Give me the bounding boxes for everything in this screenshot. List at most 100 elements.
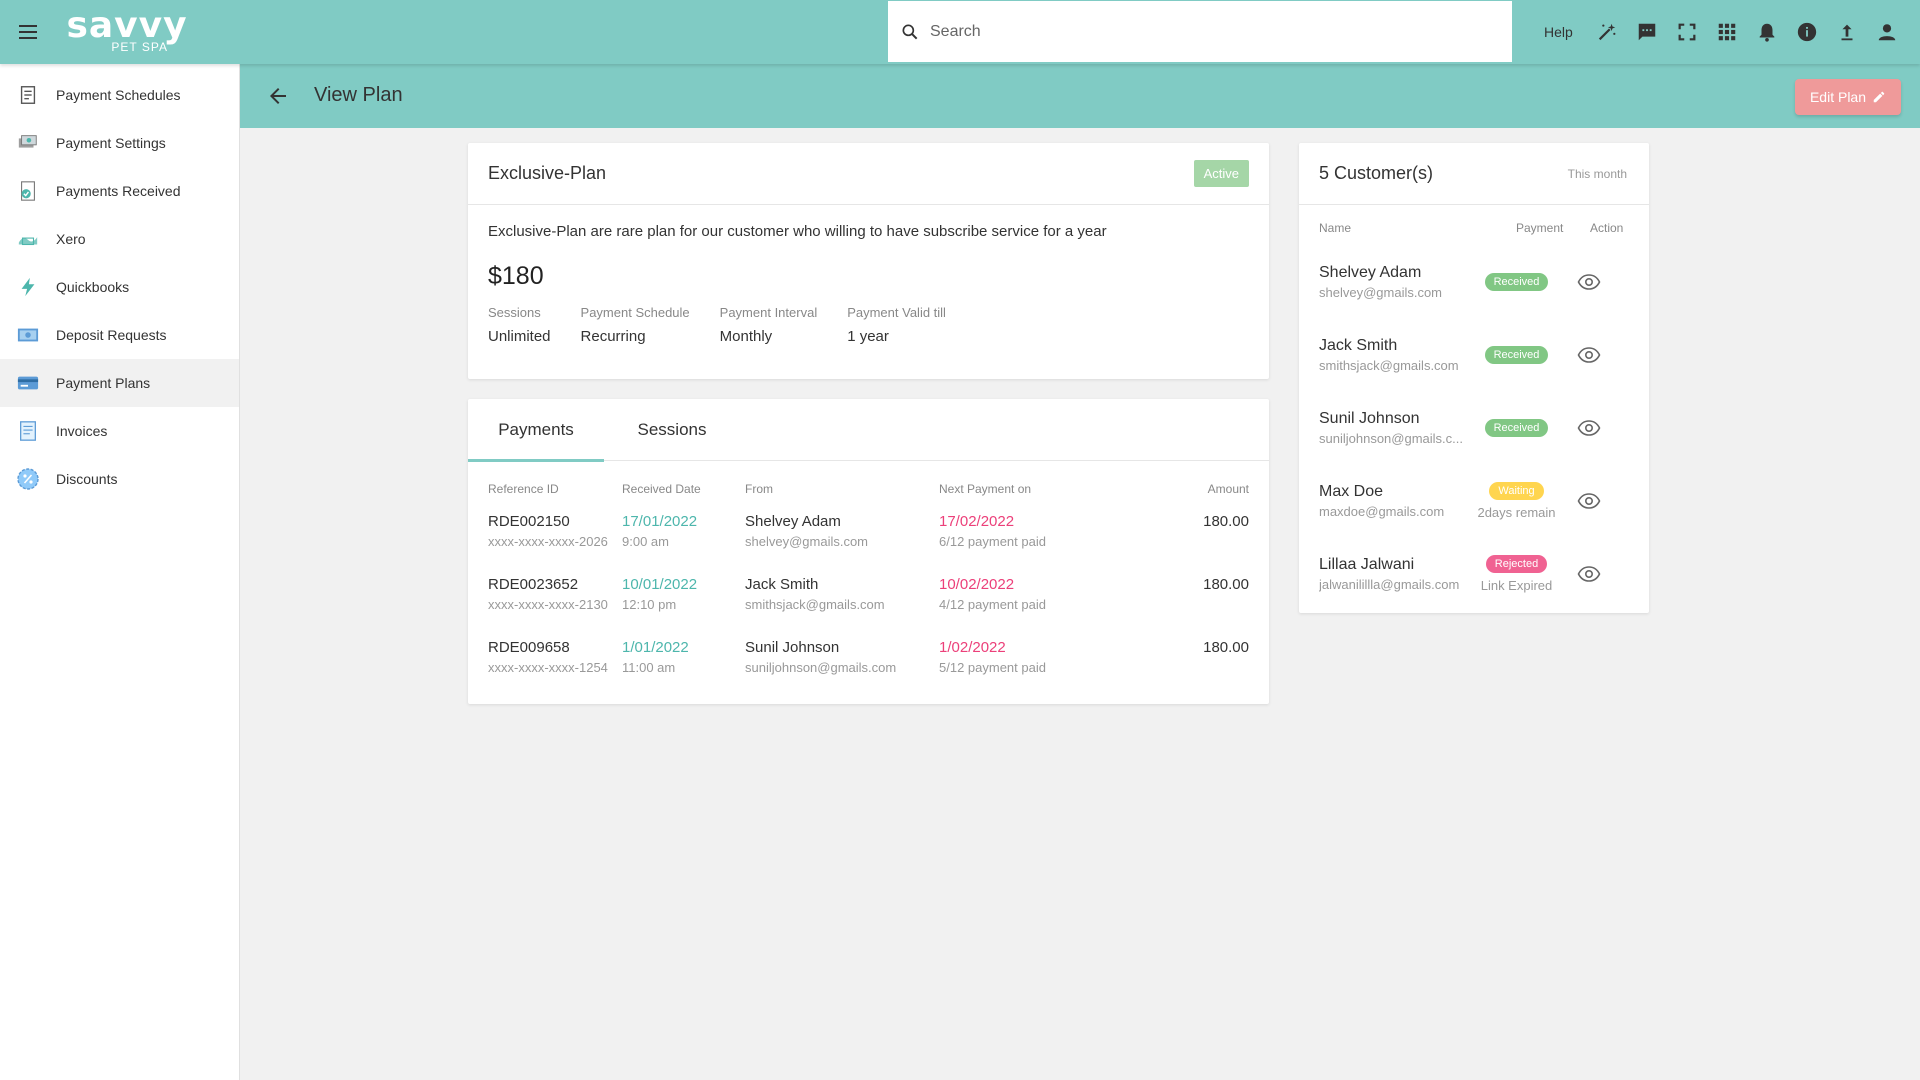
column-header: Payment xyxy=(1516,221,1564,235)
customer-row: Lillaa Jalwani jalwanilillla@gmails.com R… xyxy=(1299,537,1649,610)
status-badge: Active xyxy=(1193,160,1249,187)
sidebar-item-invoices[interactable]: Invoices xyxy=(0,407,239,455)
sidebar-item-label: Deposit Requests xyxy=(56,327,167,343)
logo-text: savvy xyxy=(66,5,188,46)
customers-period[interactable]: This month xyxy=(1568,167,1627,181)
tab-sessions[interactable]: Sessions xyxy=(604,399,740,461)
tab-payments[interactable]: Payments xyxy=(468,399,604,462)
stat-value: Recurring xyxy=(580,328,646,345)
plan-header: Exclusive-Plan Active xyxy=(468,143,1269,205)
magic-wand-icon[interactable] xyxy=(1587,12,1627,52)
apps-grid-icon[interactable] xyxy=(1707,12,1747,52)
sidebar-item-label: Payment Plans xyxy=(56,375,151,391)
table-row[interactable]: RDE002150 xxxx-xxxx-xxxx-2026 17/01/2022 9… xyxy=(468,507,1269,570)
column-header: Amount xyxy=(1207,482,1249,496)
sidebar: Payment Schedules Payment Settings Payme… xyxy=(0,64,240,1080)
page-title: View Plan xyxy=(314,84,403,106)
xero-icon xyxy=(16,227,40,251)
sidebar-item-label: Payment Schedules xyxy=(56,87,181,103)
stat-label: Payment Interval xyxy=(719,305,818,320)
sidebar-item-discounts[interactable]: Discounts xyxy=(0,455,239,503)
view-eye-icon[interactable] xyxy=(1559,489,1619,513)
stat-payment-interval: Payment Interval Monthly xyxy=(720,305,818,345)
customer-name: Jack Smith xyxy=(1319,336,1398,354)
stat-sessions: Sessions Unlimited xyxy=(488,305,551,345)
received-date: 10/01/2022 xyxy=(622,576,698,593)
view-eye-icon[interactable] xyxy=(1559,343,1619,367)
payer-name: Jack Smith xyxy=(745,576,819,593)
customers-title: 5 Customer(s) xyxy=(1319,163,1434,183)
payments-table: Reference ID Received Date From Next Pay… xyxy=(468,471,1269,696)
sidebar-item-label: Discounts xyxy=(56,471,118,487)
customers-column-headers: Name Payment Action xyxy=(1299,205,1649,245)
sidebar-item-xero[interactable]: Xero xyxy=(0,215,239,263)
quickbooks-icon xyxy=(16,275,40,299)
search-bar xyxy=(888,1,1512,62)
stat-payment-valid-till: Payment Valid till 1 year xyxy=(847,305,946,345)
column-header: From xyxy=(745,482,773,496)
received-date: 17/01/2022 xyxy=(622,513,698,530)
invoices-icon xyxy=(16,419,40,443)
sidebar-item-payment-plans[interactable]: Payment Plans xyxy=(0,359,239,407)
received-time: 9:00 am xyxy=(622,534,669,549)
column-header: Name xyxy=(1319,221,1352,235)
sidebar-item-deposit-requests[interactable]: Deposit Requests xyxy=(0,311,239,359)
customer-name: Shelvey Adam xyxy=(1319,263,1422,281)
customer-row: Sunil Johnson suniljohnson@gmails.c... Re… xyxy=(1299,391,1649,464)
sidebar-item-payment-settings[interactable]: Payment Settings xyxy=(0,119,239,167)
stat-label: Sessions xyxy=(488,305,541,320)
help-link[interactable]: Help xyxy=(1544,24,1573,40)
column-header: Received Date xyxy=(622,482,701,496)
view-eye-icon[interactable] xyxy=(1559,562,1619,586)
menu-icon[interactable] xyxy=(16,20,40,44)
top-actions: Help xyxy=(1530,0,1907,64)
customer-name: Lillaa Jalwani xyxy=(1319,555,1415,573)
info-icon[interactable] xyxy=(1787,12,1827,52)
plan-price: $180 xyxy=(488,262,544,290)
edit-plan-label: Edit Plan xyxy=(1809,89,1867,105)
payment-status-badge: Rejected xyxy=(1485,555,1548,573)
discounts-icon xyxy=(16,467,40,491)
view-eye-icon[interactable] xyxy=(1559,416,1619,440)
reference-id: RDE002150 xyxy=(488,513,570,530)
sidebar-item-label: Payments Received xyxy=(56,183,181,199)
upload-icon[interactable] xyxy=(1827,12,1867,52)
deposit-requests-icon xyxy=(16,323,40,347)
stat-value: Unlimited xyxy=(488,328,551,345)
payment-status-badge: Received xyxy=(1484,273,1549,291)
reference-id: RDE0023652 xyxy=(488,576,579,593)
column-header: Next Payment on xyxy=(939,482,1032,496)
fullscreen-icon[interactable] xyxy=(1667,12,1707,52)
payer-name: Shelvey Adam xyxy=(745,513,841,530)
sidebar-item-payment-schedules[interactable]: Payment Schedules xyxy=(0,71,239,119)
stat-label: Payment Valid till xyxy=(847,305,946,320)
sidebar-item-label: Quickbooks xyxy=(56,279,130,295)
view-eye-icon[interactable] xyxy=(1559,270,1619,294)
next-payment-date: 17/02/2022 xyxy=(939,513,1015,530)
chat-icon[interactable] xyxy=(1627,12,1667,52)
customer-email: smithsjack@gmails.com xyxy=(1319,357,1459,373)
logo[interactable]: savvy PET SPA xyxy=(62,8,192,56)
customer-email: shelvey@gmails.com xyxy=(1319,284,1443,300)
amount: 180.00 xyxy=(1203,513,1249,530)
payer-email: shelvey@gmails.com xyxy=(745,534,869,549)
search-input[interactable] xyxy=(930,22,1490,41)
customer-email: suniljohnson@gmails.c... xyxy=(1319,430,1463,446)
customers-card: 5 Customer(s) This month Name Payment Ac… xyxy=(1299,143,1649,613)
table-row[interactable]: RDE009658 xxxx-xxxx-xxxx-1254 1/01/2022 11… xyxy=(468,633,1269,696)
table-header-row: Reference ID Received Date From Next Pay… xyxy=(468,471,1269,507)
card-number: xxxx-xxxx-xxxx-2026 xyxy=(488,534,608,549)
sidebar-item-payments-received[interactable]: Payments Received xyxy=(0,167,239,215)
payer-email: smithsjack@gmails.com xyxy=(745,597,885,612)
customer-email: maxdoe@gmails.com xyxy=(1319,503,1445,519)
account-icon[interactable] xyxy=(1867,12,1907,52)
payment-status-badge: Received xyxy=(1484,346,1549,364)
sidebar-item-quickbooks[interactable]: Quickbooks xyxy=(0,263,239,311)
bell-icon[interactable] xyxy=(1747,12,1787,52)
customer-name: Sunil Johnson xyxy=(1319,409,1420,427)
table-row[interactable]: RDE0023652 xxxx-xxxx-xxxx-2130 10/01/2022… xyxy=(468,570,1269,633)
back-arrow-icon[interactable] xyxy=(266,84,290,108)
payment-progress: 4/12 payment paid xyxy=(939,597,1046,612)
edit-plan-button[interactable]: Edit Plan xyxy=(1795,79,1901,115)
payer-name: Sunil Johnson xyxy=(745,639,840,656)
